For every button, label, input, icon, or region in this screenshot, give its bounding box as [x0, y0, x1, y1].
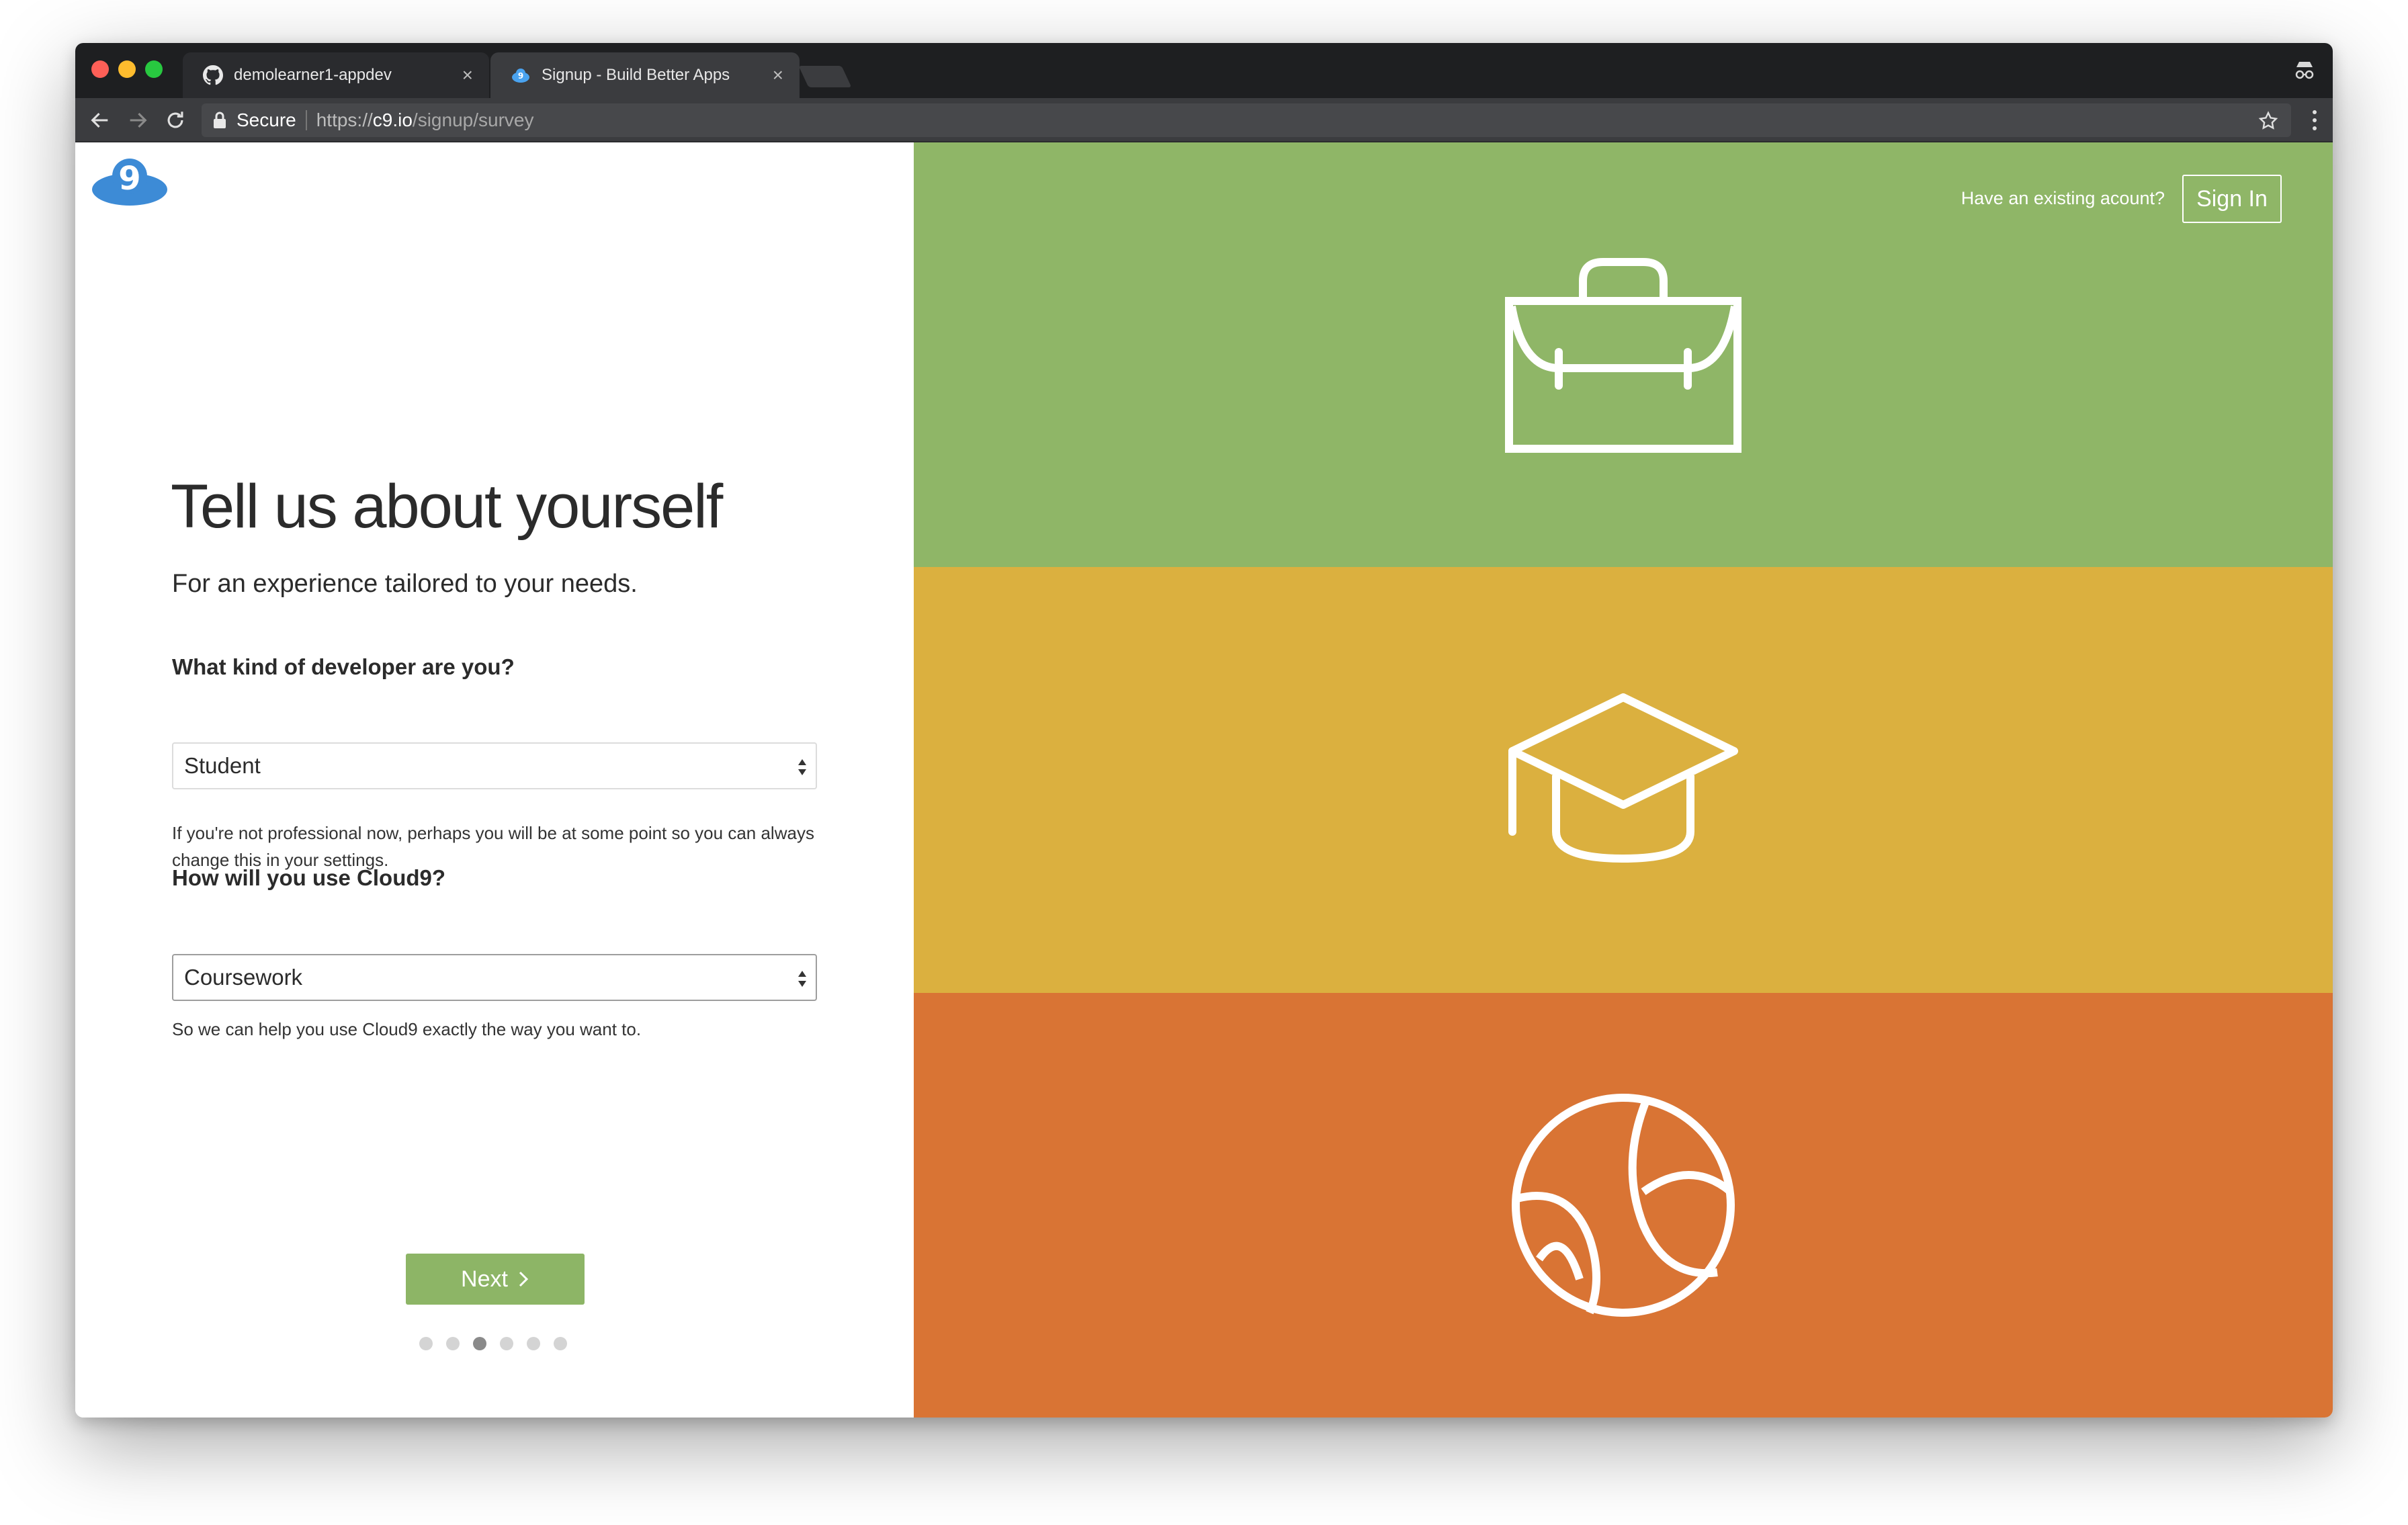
usage-select[interactable]: Coursework — [172, 954, 817, 1001]
close-tab-icon[interactable]: × — [462, 64, 473, 86]
developer-type-illustrations: Have an existing acount? Sign In — [914, 142, 2333, 1418]
back-arrow-icon — [91, 112, 108, 128]
close-window-button[interactable] — [91, 60, 109, 78]
cloud9-icon: 9 — [512, 69, 529, 83]
zoom-window-button[interactable] — [145, 60, 163, 78]
address-bar[interactable]: Secure https://c9.io/signup/survey — [202, 103, 2291, 137]
reload-icon — [167, 112, 183, 128]
progress-dot-5[interactable] — [527, 1337, 540, 1350]
forward-arrow-icon — [130, 112, 147, 128]
new-tab-button[interactable] — [798, 66, 852, 87]
close-tab-icon[interactable]: × — [773, 64, 783, 86]
hobbyist-band[interactable] — [914, 993, 2333, 1418]
back-button[interactable] — [87, 107, 113, 133]
existing-account-prompt: Have an existing acount? — [1961, 188, 2165, 208]
browser-toolbar: Secure https://c9.io/signup/survey — [75, 98, 2333, 142]
progress-dot-1[interactable] — [419, 1337, 433, 1350]
select-arrows-icon — [798, 759, 806, 775]
url-scheme: https:// — [316, 110, 373, 130]
progress-dot-2[interactable] — [446, 1337, 460, 1350]
student-band[interactable] — [914, 567, 2333, 993]
usage-value: Coursework — [184, 965, 303, 990]
url-host: c9.io — [372, 110, 413, 130]
page-content: 9 Tell us about yourself For an experien… — [75, 142, 2333, 1418]
usage-label: How will you use Cloud9? — [172, 865, 446, 890]
svg-text:9: 9 — [518, 71, 523, 81]
next-button[interactable]: Next — [406, 1254, 585, 1305]
survey-panel: 9 Tell us about yourself For an experien… — [75, 142, 914, 1418]
developer-type-select[interactable]: Student — [172, 742, 817, 789]
tab-strip: demolearner1-appdev × 9 Signup - Build B… — [75, 43, 2333, 98]
next-button-label: Next — [461, 1266, 508, 1292]
progress-dot-6[interactable] — [554, 1337, 567, 1350]
bookmark-star-icon[interactable] — [2258, 110, 2279, 132]
developer-type-value: Student — [184, 753, 261, 778]
select-arrows-icon — [798, 971, 806, 987]
page-subtitle: For an experience tailored to your needs… — [172, 570, 638, 598]
basketball-icon — [1512, 1094, 1735, 1317]
svg-text:9: 9 — [118, 160, 140, 198]
briefcase-icon — [1505, 258, 1742, 453]
tab-title: Signup - Build Better Apps — [542, 66, 730, 84]
reload-button[interactable] — [163, 107, 188, 133]
secure-label: Secure — [236, 110, 296, 130]
sign-in-button[interactable]: Sign In — [2182, 175, 2282, 223]
forward-button[interactable] — [125, 107, 150, 133]
progress-dot-4[interactable] — [500, 1337, 513, 1350]
page-title: Tell us about yourself — [171, 472, 723, 541]
incognito-icon[interactable] — [2292, 58, 2317, 82]
browser-window: demolearner1-appdev × 9 Signup - Build B… — [75, 43, 2333, 1418]
cloud9-logo-icon[interactable]: 9 — [90, 156, 169, 207]
progress-dots — [419, 1337, 580, 1350]
graduation-cap-icon — [1508, 693, 1738, 863]
developer-type-label: What kind of developer are you? — [172, 654, 515, 679]
address-separator — [305, 110, 307, 130]
tab-title: demolearner1-appdev — [234, 66, 392, 84]
kebab-menu-icon[interactable] — [2311, 109, 2318, 132]
tab-github[interactable]: demolearner1-appdev × — [183, 52, 489, 98]
usage-help: So we can help you use Cloud9 exactly th… — [172, 1019, 642, 1039]
minimize-window-button[interactable] — [118, 60, 136, 78]
progress-dot-3[interactable] — [473, 1337, 486, 1350]
lock-icon — [214, 112, 226, 128]
tab-signup[interactable]: 9 Signup - Build Better Apps × — [490, 52, 800, 98]
github-icon — [203, 65, 223, 85]
chevron-right-icon — [519, 1271, 529, 1287]
url-path: /signup/survey — [412, 110, 534, 130]
